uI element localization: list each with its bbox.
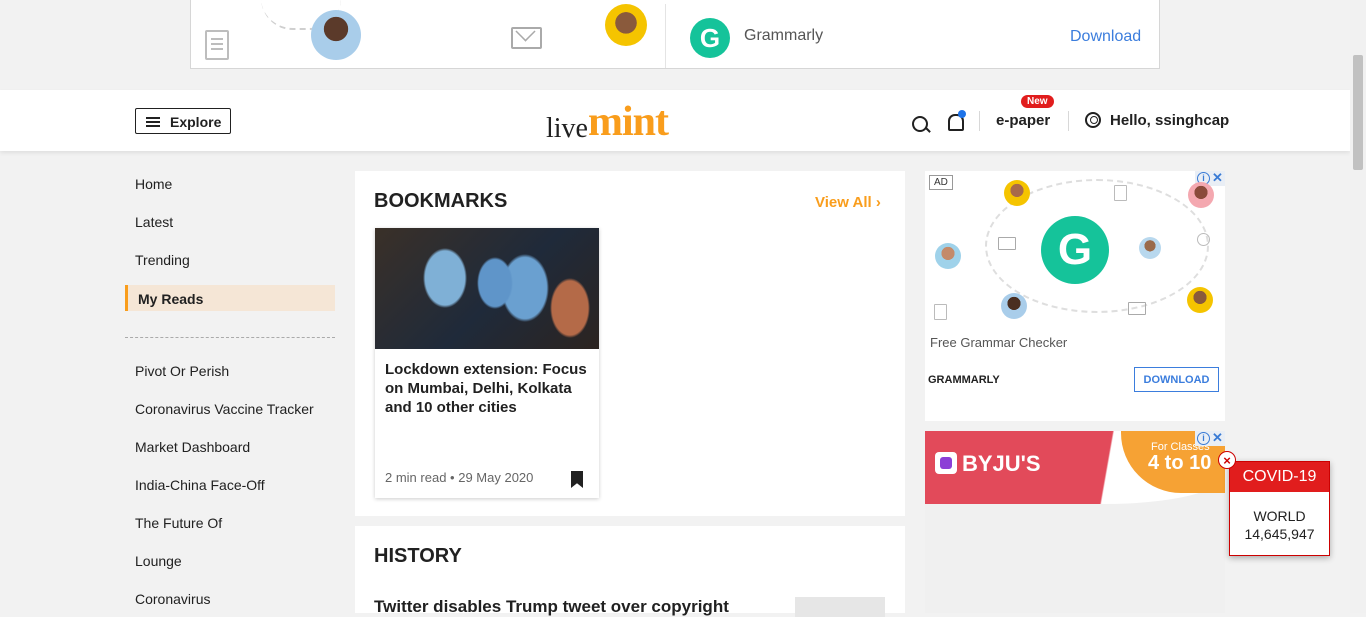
article-meta: 2 min read • 29 May 2020 (385, 470, 533, 485)
history-title: HISTORY (374, 545, 462, 567)
nav-item-home[interactable]: Home (135, 176, 172, 192)
avatar-man-yellow-icon (605, 4, 647, 46)
mail-icon (998, 237, 1016, 250)
hamburger-icon (146, 117, 160, 119)
ad-download-button[interactable]: DOWNLOAD (1134, 367, 1219, 392)
chevron-right-icon: › (875, 194, 881, 211)
close-icon[interactable]: × (1218, 451, 1236, 469)
close-icon[interactable]: ✕ (1212, 431, 1223, 446)
new-badge: New (1021, 95, 1054, 108)
nav-item-market-dashboard[interactable]: Market Dashboard (135, 439, 250, 455)
history-thumbnail[interactable] (795, 597, 885, 617)
read-time: 2 min read (385, 470, 447, 485)
avatar-icon (1001, 293, 1027, 319)
byjus-ad[interactable]: BYJU'S For Classes 4 to 10 i ✕ (925, 431, 1225, 613)
avatar-icon (1004, 180, 1030, 206)
page-scrollbar[interactable] (1350, 0, 1366, 613)
view-all-link[interactable]: View All › (815, 194, 881, 211)
ad-brand-name: Grammarly (744, 27, 824, 44)
ad-download-button[interactable]: Download (1070, 28, 1141, 46)
nav-item-trending[interactable]: Trending (135, 252, 190, 268)
explore-button[interactable]: Explore (135, 108, 231, 134)
document-icon (205, 30, 229, 60)
bookmark-card[interactable]: Lockdown extension: Focus on Mumbai, Del… (375, 228, 599, 498)
nav-item-latest[interactable]: Latest (135, 214, 173, 230)
article-thumbnail[interactable] (375, 228, 599, 349)
header-separator (979, 111, 980, 131)
article-date: 29 May 2020 (458, 470, 534, 485)
avatar-icon (935, 243, 961, 269)
close-icon[interactable]: ✕ (1212, 171, 1223, 186)
article-title[interactable]: Lockdown extension: Focus on Mumbai, Del… (385, 360, 589, 417)
ad-headline[interactable]: Free Grammar Checker (930, 335, 1067, 350)
nav-item-my-reads[interactable]: My Reads (125, 285, 335, 311)
grammarly-logo-icon: G (1041, 216, 1109, 284)
avatar-man-icon (311, 10, 361, 60)
nav-item-lounge[interactable]: Lounge (135, 553, 182, 569)
document-icon (1114, 185, 1127, 201)
bookmarks-title: BOOKMARKS (374, 190, 508, 212)
nav-item-pivot-or-perish[interactable]: Pivot Or Perish (135, 363, 229, 379)
byjus-logo-icon (935, 452, 957, 474)
ad-choices[interactable]: i ✕ (1195, 431, 1225, 446)
avatar-icon (1187, 287, 1213, 313)
logo-mint: mint (588, 99, 669, 145)
top-banner-ad[interactable]: G Grammarly Download (190, 0, 1160, 69)
avatar-icon (1188, 182, 1214, 208)
nav-item-future-of[interactable]: The Future Of (135, 515, 222, 531)
nav-item-label: My Reads (138, 291, 204, 307)
covid-title: COVID-19 (1230, 462, 1329, 492)
explore-label: Explore (170, 114, 222, 130)
user-icon[interactable] (1085, 112, 1101, 128)
ad-class-range: 4 to 10 (1148, 452, 1212, 474)
avatar-icon (1139, 237, 1161, 259)
livemint-logo[interactable]: livemint (546, 98, 669, 145)
chat-bubble-icon (1197, 233, 1210, 246)
covid-region: WORLD (1253, 508, 1306, 524)
view-all-label: View All (815, 194, 872, 211)
grammarly-ad[interactable]: AD i ✕ G Free Grammar Checker GRAMMARLY … (925, 171, 1225, 421)
nav-item-vaccine-tracker[interactable]: Coronavirus Vaccine Tracker (135, 401, 314, 417)
meta-separator: • (450, 470, 455, 485)
mail-icon (511, 27, 542, 49)
bookmark-icon[interactable] (571, 471, 583, 488)
grammarly-logo-icon: G (690, 18, 730, 58)
covid-count: 14,645,947 (1244, 526, 1315, 542)
nav-divider (125, 337, 335, 338)
mail-icon (1128, 302, 1146, 315)
covid-widget[interactable]: COVID-19 WORLD 14,645,947 (1229, 461, 1330, 556)
history-article-title[interactable]: Twitter disables Trump tweet over copyri… (374, 597, 729, 617)
search-icon[interactable] (912, 116, 928, 132)
ad-brand: BYJU'S (962, 451, 1041, 476)
nav-item-india-china[interactable]: India-China Face-Off (135, 477, 265, 493)
ad-label: AD (929, 175, 953, 190)
epaper-link[interactable]: e-paper (996, 112, 1050, 129)
nav-item-coronavirus[interactable]: Coronavirus (135, 591, 210, 607)
info-icon[interactable]: i (1197, 432, 1210, 445)
ad-brand: GRAMMARLY (928, 374, 1000, 386)
notification-bell-icon[interactable] (948, 110, 966, 131)
logo-live: live (546, 113, 588, 144)
document-icon (934, 304, 947, 320)
header-separator (1068, 111, 1069, 131)
scrollbar-thumb[interactable] (1353, 55, 1363, 170)
site-header: Explore livemint e-paper New Hello, ssin… (0, 90, 1350, 151)
user-greeting[interactable]: Hello, ssinghcap (1110, 112, 1229, 129)
